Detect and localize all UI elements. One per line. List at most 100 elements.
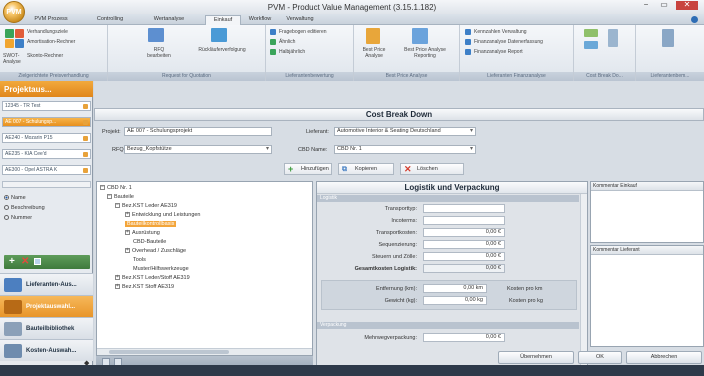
ribbon-group-lieferantenbewertung: Fragebogen editieren Ähnlich Halbjährlic… (266, 25, 354, 81)
sequenzierung-field[interactable]: 0,00 € (423, 240, 505, 249)
kennzahlen-verwaltung-button[interactable]: Kennzahlen Verwaltung (474, 29, 527, 35)
tree-node[interactable]: − Bez.KST Leder AE319 (115, 203, 177, 209)
copy-button[interactable]: ⧉ Kopieren (338, 163, 394, 175)
add-button[interactable]: + Hinzufügen (284, 163, 332, 175)
project-icon (83, 152, 88, 157)
scrollbar-thumb[interactable] (109, 350, 229, 354)
rfq-bearbeiten-button[interactable]: RFQ bearbeiten (144, 47, 174, 59)
cbd-icon[interactable] (584, 41, 598, 49)
tab-wertanalyse[interactable]: Wertanalyse (148, 15, 190, 25)
transporttyp-select[interactable] (423, 204, 505, 213)
comment-supplier-textarea[interactable] (591, 255, 703, 345)
finanzanalyse-report-button[interactable]: Finanzanalyse Report (474, 49, 523, 55)
ribbon-group-lieferantenbem: Lieferantenbem... (636, 25, 704, 81)
tree-node[interactable]: Tools (133, 257, 146, 263)
ribbon-group-preisverhandlung: Verhandlungsziele Amortisation-Rechner S… (0, 25, 108, 81)
nav-projektauswahl[interactable]: Projektauswahl... (0, 295, 93, 317)
search-option-nummer[interactable]: Nummer (4, 215, 32, 221)
minimize-icon[interactable]: − (638, 1, 654, 10)
tab-einkauf[interactable]: Einkauf (205, 15, 241, 25)
tab-verwaltung[interactable]: Verwaltung (280, 15, 320, 25)
supplier-select[interactable]: Automotive Interior & Seating Deutschlan… (334, 127, 476, 136)
project-item-selected[interactable]: AE 007 - Schulungsp... (2, 117, 91, 127)
tree-scrollbar[interactable] (97, 348, 312, 355)
ribbon-group-finanzanalyse: Kennzahlen Verwaltung Finanzanalyse Date… (460, 25, 574, 81)
tree-node[interactable]: − Bauteile (107, 194, 134, 200)
tree-node[interactable]: + Bez.KST Leder/Stoff AE319 (115, 275, 190, 281)
best-price-reporting-button[interactable]: Best Price Analyse Reporting (394, 47, 456, 59)
tree-node[interactable]: − CBD Nr. 1 (100, 185, 132, 191)
skonto-rechner-button[interactable]: Skonto-Rechner (27, 53, 63, 59)
nav-scrollbar[interactable] (2, 181, 91, 188)
cbd-icon[interactable] (608, 29, 618, 47)
tab-pvm-prozess[interactable]: PVM Prozess (30, 15, 72, 25)
project-icon (83, 168, 88, 173)
cbd-name-label: CBD Name: (298, 147, 328, 153)
gewicht-field[interactable]: 0,00 kg (423, 296, 487, 305)
help-icon[interactable] (691, 16, 698, 23)
add-icon[interactable]: + (9, 256, 15, 267)
money-icon (366, 28, 380, 44)
project-icon (83, 136, 88, 141)
entfernung-field[interactable]: 0,00 km (423, 284, 487, 293)
ok-button[interactable]: OK (578, 351, 622, 364)
rfq-select[interactable]: Bezug_Kopfstütze (124, 145, 272, 154)
nav-kosten-auswahl[interactable]: Kosten-Auswah... (0, 339, 93, 361)
section-logistik: Logistik (317, 195, 579, 202)
tree-node[interactable]: + Bez.KST Stoff AE319 (115, 284, 174, 290)
project-field[interactable]: AE 007 - Schulungsprojekt (124, 127, 272, 136)
tab-workflow[interactable]: Workflow (243, 15, 277, 25)
delete-icon: ✕ (404, 164, 412, 174)
project-item[interactable]: AE300 - Opel ASTRA K (2, 165, 91, 175)
cancel-button[interactable]: Abbrechen (626, 351, 702, 364)
halbjaehrlich-button[interactable]: Halbjährlich (279, 49, 305, 55)
tree-node[interactable]: Muster/Hilfswerkzeuge (133, 266, 189, 272)
supplier-label: Lieferant: (306, 129, 329, 135)
comment-buyer-textarea[interactable] (591, 191, 703, 241)
search-option-beschreibung[interactable]: Beschreibung (4, 205, 45, 211)
finanzanalyse-datenerfassung-button[interactable]: Finanzanalyse Datenerfassung (474, 39, 543, 45)
mehrwegverpackung-field[interactable]: 0,00 € (423, 333, 505, 342)
delete-button[interactable]: ✕ Löschen (400, 163, 464, 175)
tree-node[interactable]: CBD-Bauteile (133, 239, 166, 245)
app-orb-button[interactable]: PVM (3, 1, 25, 23)
delete-icon[interactable]: ✕ (21, 256, 29, 267)
fragebogen-editieren-button[interactable]: Fragebogen editieren (279, 29, 327, 35)
rueckläuferverfolgung-button[interactable]: Rückläuferverfolgung (194, 47, 250, 53)
nav-header: Projektaus... (0, 81, 93, 97)
comment-supplier-panel: Kommentar Lieferant (590, 245, 704, 347)
steuern-zoelle-field[interactable]: 0,00 € (423, 252, 505, 261)
apply-button[interactable]: Übernehmen (498, 351, 574, 364)
gewicht-label: Gewicht (kg): (384, 298, 417, 304)
swot-analyse-button[interactable]: SWOT-Analyse (3, 53, 25, 65)
ribbon: Verhandlungsziele Amortisation-Rechner S… (0, 25, 704, 81)
close-icon[interactable]: ✕ (676, 1, 698, 10)
detail-scrollbar[interactable] (580, 194, 587, 375)
project-item[interactable]: 12345 - TR Test (2, 101, 91, 111)
status-bar (0, 365, 704, 376)
report-icon (412, 28, 428, 44)
cbd-name-select[interactable]: CBD Nr. 1 (334, 145, 476, 154)
nav-lieferanten-auswahl[interactable]: Lieferanten-Aus... (0, 273, 93, 295)
amortisation-rechner-button[interactable]: Amortisation-Rechner (27, 39, 75, 45)
bewertung-icon[interactable] (662, 29, 674, 47)
tab-controlling[interactable]: Controlling (90, 15, 130, 25)
edit-icon[interactable] (34, 258, 41, 265)
aehnlich-button[interactable]: Ähnlich (279, 39, 295, 45)
incoterms-select[interactable] (423, 216, 505, 225)
tree-node-selected[interactable]: Bauteilkontrollbasis (125, 221, 177, 227)
project-item[interactable]: AE235 - KIA Cee'd (2, 149, 91, 159)
best-price-analyse-button[interactable]: Best Price Analyse (356, 47, 392, 59)
maximize-icon[interactable]: ▭ (656, 1, 672, 10)
nav-bauteilbibliothek[interactable]: Bauteilbibliothek (0, 317, 93, 339)
chart-icon (270, 39, 276, 45)
cbd-icon[interactable] (584, 29, 598, 37)
transportkosten-field[interactable]: 0,00 € (423, 228, 505, 237)
section-verpackung: Verpackung (317, 322, 579, 329)
tree-node[interactable]: + Ausrüstung (125, 230, 160, 236)
tree-node[interactable]: + Overhead / Zuschläge (125, 248, 186, 254)
tree-node[interactable]: + Entwicklung und Leistungen (125, 212, 201, 218)
verhandlungsziele-button[interactable]: Verhandlungsziele (27, 29, 68, 35)
project-item[interactable]: AE240 - Mozarin P15 (2, 133, 91, 143)
search-option-name[interactable]: Name (4, 195, 26, 201)
